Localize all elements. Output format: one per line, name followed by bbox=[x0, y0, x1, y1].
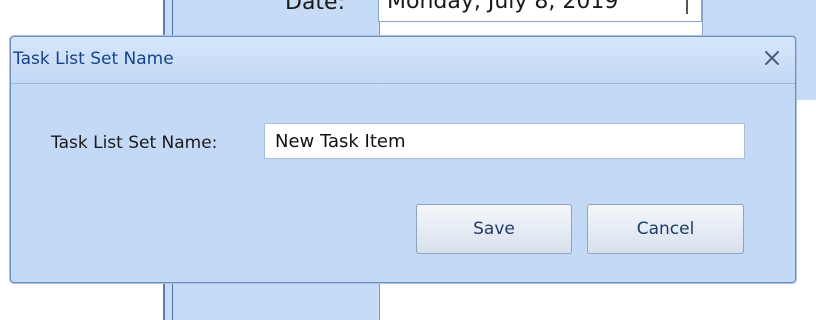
close-icon bbox=[765, 51, 779, 65]
task-list-set-name-label: Task List Set Name: bbox=[51, 133, 218, 153]
dialog-titlebar[interactable]: Task List Set Name bbox=[11, 37, 795, 84]
dialog-title: Task List Set Name bbox=[13, 49, 174, 69]
close-button[interactable] bbox=[759, 45, 785, 71]
save-button[interactable]: Save bbox=[416, 204, 572, 254]
background-date-label: Date: bbox=[285, 0, 345, 15]
background-date-value: Monday, July 8, 2019 bbox=[387, 0, 619, 14]
cancel-button[interactable]: Cancel bbox=[587, 204, 744, 254]
background-date-separator bbox=[686, 0, 688, 14]
background-date-field: Monday, July 8, 2019 bbox=[378, 0, 702, 22]
task-list-set-name-input[interactable] bbox=[264, 123, 745, 159]
task-list-set-name-dialog: Task List Set Name Task List Set Name: S… bbox=[10, 36, 796, 283]
